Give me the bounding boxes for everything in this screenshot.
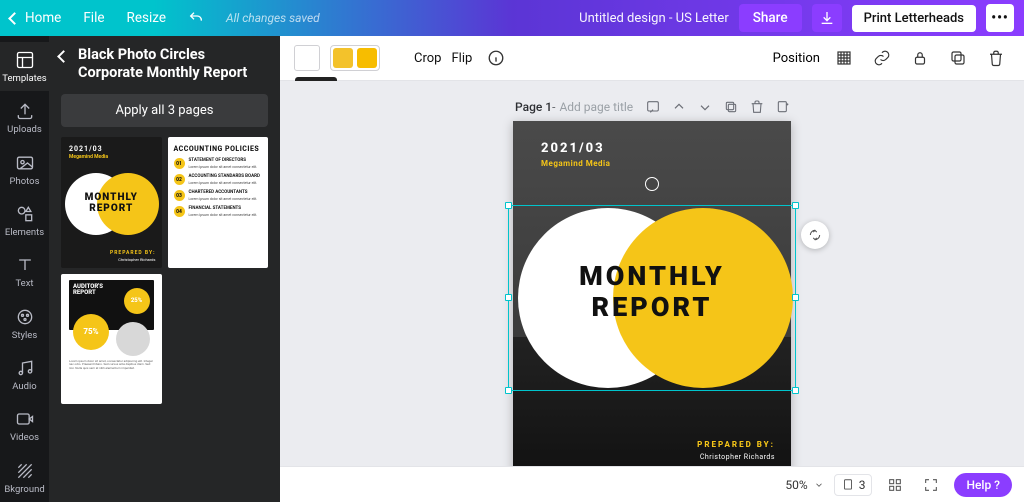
rail-photos[interactable]: Photos [0, 145, 49, 194]
rail-elements[interactable]: Elements [0, 196, 49, 245]
trash-icon[interactable] [982, 44, 1010, 72]
template-page-thumb-2[interactable]: ACCOUNTING POLICIES 01STATEMENT OF DIREC… [168, 137, 269, 268]
rail-uploads[interactable]: Uploads [0, 93, 49, 142]
color-swatch-yellow-1[interactable] [333, 48, 353, 68]
selection-handle[interactable] [792, 202, 799, 209]
sync-icon [645, 177, 659, 191]
more-button[interactable]: ••• [986, 4, 1014, 32]
rail-styles[interactable]: Styles [0, 299, 49, 348]
doc-subtitle[interactable]: Megamind Media [541, 159, 610, 168]
workspace: Crop Flip Position Color Page 1 - Add p [280, 36, 1024, 502]
transparency-icon[interactable] [830, 44, 858, 72]
chevron-left-icon [8, 12, 21, 25]
position-button[interactable]: Position [773, 51, 820, 66]
page-count-control[interactable]: 3 [834, 474, 873, 496]
crop-button[interactable]: Crop [414, 51, 441, 66]
apply-all-pages-button[interactable]: Apply all 3 pages [61, 94, 268, 127]
page-1[interactable]: 2021/03 Megamind Media MONTHLYREPORT PRE… [513, 121, 791, 466]
help-button[interactable]: Help ? [954, 473, 1012, 497]
grid-view-toggle[interactable] [882, 474, 908, 496]
rail-background[interactable]: Bkground [0, 453, 49, 502]
file-menu[interactable]: File [83, 10, 104, 26]
page-notes-icon[interactable] [645, 99, 661, 115]
prepared-by-label[interactable]: PREPARED BY: [697, 440, 775, 449]
page-add-icon[interactable] [775, 99, 791, 115]
template-page-thumb-1[interactable]: 2021/03 Megamind Media MONTHLYREPORT PRE… [61, 137, 162, 268]
home-label: Home [25, 10, 61, 26]
template-page-thumb-3[interactable]: AUDITOR'SREPORT 25% 75% Lorem ipsum dolo… [61, 274, 162, 405]
footer-bar: 50% 3 Help ? [280, 466, 1024, 502]
selection-handle[interactable] [792, 387, 799, 394]
download-button[interactable] [812, 4, 842, 32]
left-rail: Templates Uploads Photos Elements Text S… [0, 36, 49, 502]
panel-back-button[interactable] [57, 50, 70, 63]
prepared-by-name[interactable]: Christopher Richards [700, 453, 775, 461]
selection-handle[interactable] [505, 202, 512, 209]
print-button[interactable]: Print Letterheads [852, 5, 976, 32]
page-1-title-input[interactable]: Add page title [559, 100, 633, 114]
selection-box[interactable] [508, 205, 796, 391]
rail-text[interactable]: Text [0, 247, 49, 296]
selection-handle[interactable] [792, 294, 799, 301]
share-button[interactable]: Share [739, 4, 802, 32]
doc-date[interactable]: 2021/03 [541, 141, 605, 156]
selection-handle[interactable] [505, 387, 512, 394]
template-title: Black Photo Circles Corporate Monthly Re… [78, 46, 266, 82]
fullscreen-toggle[interactable] [918, 474, 944, 496]
floating-duplicate-button[interactable] [801, 221, 829, 249]
page-duplicate-icon[interactable] [723, 99, 739, 115]
color-swatch-yellow-2[interactable] [357, 48, 377, 68]
zoom-control[interactable]: 50% [785, 478, 823, 492]
page-move-down-icon[interactable] [697, 99, 713, 115]
lock-icon[interactable] [906, 44, 934, 72]
page-1-label: Page 1 [515, 100, 552, 114]
page-1-header: Page 1 - Add page title [515, 99, 791, 115]
rail-templates[interactable]: Templates [0, 42, 49, 91]
page-delete-icon[interactable] [749, 99, 765, 115]
rail-audio[interactable]: Audio [0, 350, 49, 399]
save-status: All changes saved [226, 11, 320, 25]
page-move-up-icon[interactable] [671, 99, 687, 115]
design-name[interactable]: Untitled design - US Letter [579, 11, 729, 26]
templates-panel: Black Photo Circles Corporate Monthly Re… [49, 36, 280, 502]
selection-handle[interactable] [505, 294, 512, 301]
context-toolbar: Crop Flip Position Color [280, 36, 1024, 81]
home-button[interactable]: Home [10, 10, 61, 26]
duplicate-icon[interactable] [944, 44, 972, 72]
flip-button[interactable]: Flip [451, 51, 472, 66]
color-swatch-white[interactable] [294, 45, 320, 71]
undo-button[interactable] [188, 10, 204, 26]
resize-menu[interactable]: Resize [127, 10, 166, 26]
link-icon[interactable] [868, 44, 896, 72]
top-bar: Home File Resize All changes saved Untit… [0, 0, 1024, 36]
rail-videos[interactable]: Videos [0, 401, 49, 450]
info-icon[interactable] [482, 44, 510, 72]
canvas-area[interactable]: Page 1 - Add page title 2021/03 [280, 81, 1024, 466]
